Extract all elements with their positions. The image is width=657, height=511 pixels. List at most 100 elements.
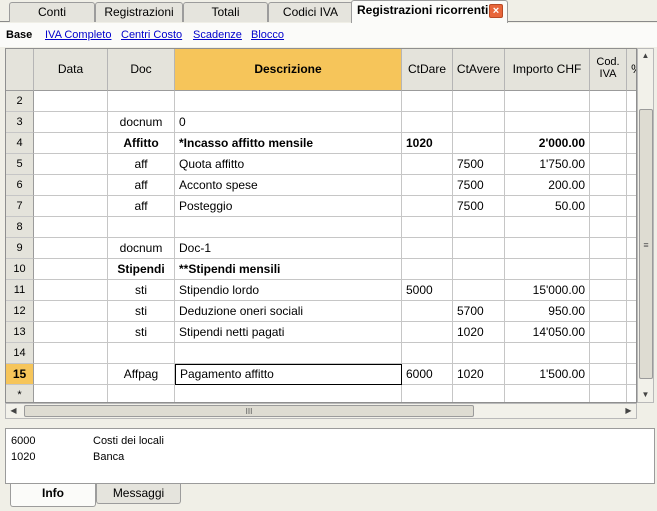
cell-importo[interactable]: 200.00 xyxy=(505,175,590,196)
cell-ctavere[interactable]: 7500 xyxy=(453,175,505,196)
scroll-thumb[interactable]: III xyxy=(24,405,474,417)
cell-doc[interactable]: sti xyxy=(108,301,175,322)
table-row[interactable]: 7 aff Posteggio 7500 50.00 xyxy=(6,196,636,217)
tab-info[interactable]: Info xyxy=(10,484,96,507)
cell-importo[interactable] xyxy=(505,238,590,259)
cell-desc[interactable]: 0 xyxy=(175,112,402,133)
cell-codiva[interactable] xyxy=(590,91,627,112)
cell-pct[interactable] xyxy=(627,175,636,196)
cell-codiva[interactable] xyxy=(590,385,627,402)
table-row[interactable]: 8 xyxy=(6,217,636,238)
scroll-down-icon[interactable]: ▼ xyxy=(638,388,653,402)
cell-desc[interactable] xyxy=(175,217,402,238)
cell-ctavere[interactable] xyxy=(453,259,505,280)
cell-codiva[interactable] xyxy=(590,196,627,217)
cell-codiva[interactable] xyxy=(590,175,627,196)
cell-desc[interactable]: Quota affitto xyxy=(175,154,402,175)
cell-codiva[interactable] xyxy=(590,217,627,238)
cell-doc[interactable] xyxy=(108,91,175,112)
cell-pct[interactable] xyxy=(627,259,636,280)
cell-desc[interactable] xyxy=(175,385,402,402)
cell-desc[interactable]: Posteggio xyxy=(175,196,402,217)
cell-data[interactable] xyxy=(34,364,108,385)
cell-importo[interactable] xyxy=(505,112,590,133)
cell-importo[interactable]: 50.00 xyxy=(505,196,590,217)
cell-importo[interactable]: 15'000.00 xyxy=(505,280,590,301)
cell-desc[interactable] xyxy=(175,343,402,364)
scroll-left-icon[interactable]: ◀ xyxy=(6,404,21,418)
cell-doc[interactable]: sti xyxy=(108,280,175,301)
cell-pct[interactable] xyxy=(627,154,636,175)
cell-pct[interactable] xyxy=(627,91,636,112)
cell-data[interactable] xyxy=(34,385,108,402)
cell-pct[interactable] xyxy=(627,112,636,133)
cell-codiva[interactable] xyxy=(590,301,627,322)
scroll-thumb[interactable]: ≡ xyxy=(639,109,653,379)
cell-ctdare[interactable]: 1020 xyxy=(402,133,453,154)
table-row[interactable]: 12 sti Deduzione oneri sociali 5700 950.00 xyxy=(6,301,636,322)
table-row[interactable]: * xyxy=(6,385,636,402)
cell-ctdare[interactable] xyxy=(402,322,453,343)
cell-desc[interactable]: Doc-1 xyxy=(175,238,402,259)
cell-doc[interactable]: aff xyxy=(108,196,175,217)
tab-registrazioni-ricorrenti[interactable]: Registrazioni ricorrenti × xyxy=(351,0,508,23)
table-row[interactable]: 13 sti Stipendi netti pagati 1020 14'050.00 xyxy=(6,322,636,343)
horizontal-scrollbar[interactable]: ◀ III ▶ xyxy=(5,403,637,419)
cell-pct[interactable] xyxy=(627,196,636,217)
table-row[interactable]: 15 Affpag Pagamento affitto 6000 1020 1'500.0… xyxy=(6,364,636,385)
cell-doc[interactable]: Stipendi xyxy=(108,259,175,280)
cell-doc[interactable]: docnum xyxy=(108,112,175,133)
cell-desc[interactable]: Stipendi netti pagati xyxy=(175,322,402,343)
table-row[interactable]: 9 docnum Doc-1 xyxy=(6,238,636,259)
view-blocco[interactable]: Blocco xyxy=(251,29,284,41)
cell-doc[interactable]: Affitto xyxy=(108,133,175,154)
cell-codiva[interactable] xyxy=(590,238,627,259)
view-base[interactable]: Base xyxy=(6,29,32,41)
cell-desc[interactable]: Pagamento affitto xyxy=(175,364,402,385)
cell-importo[interactable]: 1'750.00 xyxy=(505,154,590,175)
cell-doc[interactable]: sti xyxy=(108,322,175,343)
cell-pct[interactable] xyxy=(627,280,636,301)
cell-pct[interactable] xyxy=(627,133,636,154)
cell-pct[interactable] xyxy=(627,301,636,322)
cell-doc[interactable]: Affpag xyxy=(108,364,175,385)
cell-ctdare[interactable]: 6000 xyxy=(402,364,453,385)
cell-data[interactable] xyxy=(34,280,108,301)
cell-ctdare[interactable] xyxy=(402,154,453,175)
cell-doc[interactable] xyxy=(108,385,175,402)
vertical-scrollbar[interactable]: ▲ ≡ ▼ xyxy=(637,48,654,403)
cell-ctdare[interactable] xyxy=(402,175,453,196)
cell-ctdare[interactable] xyxy=(402,343,453,364)
cell-importo[interactable]: 2'000.00 xyxy=(505,133,590,154)
tab-totali[interactable]: Totali xyxy=(183,2,268,22)
cell-desc[interactable]: Acconto spese xyxy=(175,175,402,196)
cell-ctdare[interactable] xyxy=(402,385,453,402)
cell-ctavere[interactable] xyxy=(453,238,505,259)
cell-doc[interactable] xyxy=(108,343,175,364)
scroll-right-icon[interactable]: ▶ xyxy=(621,404,636,418)
table-row[interactable]: 14 xyxy=(6,343,636,364)
column-header-ctdare[interactable]: CtDare xyxy=(402,49,453,91)
cell-data[interactable] xyxy=(34,217,108,238)
view-scadenze[interactable]: Scadenze xyxy=(193,29,242,41)
cell-ctavere[interactable]: 1020 xyxy=(453,322,505,343)
cell-ctavere[interactable]: 5700 xyxy=(453,301,505,322)
cell-data[interactable] xyxy=(34,343,108,364)
cell-codiva[interactable] xyxy=(590,259,627,280)
cell-codiva[interactable] xyxy=(590,133,627,154)
cell-doc[interactable]: aff xyxy=(108,154,175,175)
tab-registrazioni[interactable]: Registrazioni xyxy=(95,2,183,22)
cell-pct[interactable] xyxy=(627,217,636,238)
cell-ctdare[interactable] xyxy=(402,238,453,259)
cell-data[interactable] xyxy=(34,133,108,154)
cell-pct[interactable] xyxy=(627,364,636,385)
cell-ctavere[interactable] xyxy=(453,385,505,402)
cell-pct[interactable] xyxy=(627,238,636,259)
cell-desc[interactable] xyxy=(175,91,402,112)
table-row[interactable]: 2 xyxy=(6,91,636,112)
cell-pct[interactable] xyxy=(627,322,636,343)
close-icon[interactable]: × xyxy=(489,4,503,18)
cell-codiva[interactable] xyxy=(590,322,627,343)
cell-data[interactable] xyxy=(34,301,108,322)
table-row[interactable]: 10 Stipendi **Stipendi mensili xyxy=(6,259,636,280)
